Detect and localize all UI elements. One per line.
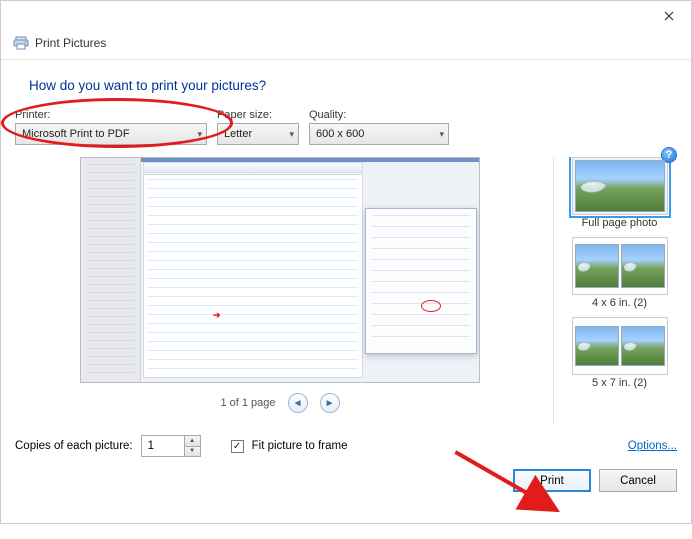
paper-size-label: Paper size: xyxy=(217,109,299,121)
options-link[interactable]: Options... xyxy=(628,440,677,452)
fit-to-frame-checkbox[interactable]: ✓ xyxy=(231,440,244,453)
layout-4x6[interactable]: 4 x 6 in. (2) xyxy=(562,237,677,309)
chevron-down-icon: ▾ xyxy=(439,129,444,140)
question-heading: How do you want to print your pictures? xyxy=(1,74,691,109)
quality-dropdown[interactable]: 600 x 600 ▾ xyxy=(309,123,449,145)
preview-image: ➔ xyxy=(80,157,480,383)
chevron-down-icon: ▾ xyxy=(197,129,202,140)
divider xyxy=(1,59,691,60)
close-button[interactable] xyxy=(647,1,691,31)
fit-to-frame-label: Fit picture to frame xyxy=(252,440,348,452)
quality-value: 600 x 600 xyxy=(316,128,364,140)
printer-value: Microsoft Print to PDF xyxy=(22,128,130,140)
layout-label: 5 x 7 in. (2) xyxy=(592,377,647,389)
layout-5x7[interactable]: 5 x 7 in. (2) xyxy=(562,317,677,389)
copies-down[interactable]: ▼ xyxy=(185,446,200,457)
layout-label: 4 x 6 in. (2) xyxy=(592,297,647,309)
preview-pane: ➔ 1 of 1 page ◄ ► xyxy=(15,157,545,425)
copies-label: Copies of each picture: xyxy=(15,440,133,452)
layout-label: Full page photo xyxy=(582,217,658,229)
window-title: Print Pictures xyxy=(35,36,106,50)
chevron-down-icon: ▾ xyxy=(289,129,294,140)
cancel-button[interactable]: Cancel xyxy=(599,469,677,492)
quality-label: Quality: xyxy=(309,109,449,121)
copies-stepper[interactable]: 1 ▲ ▼ xyxy=(141,435,201,457)
paper-size-dropdown[interactable]: Letter ▾ xyxy=(217,123,299,145)
pager-prev-button[interactable]: ◄ xyxy=(288,393,308,413)
layout-full-page[interactable]: Full page photo xyxy=(562,157,677,229)
printer-icon xyxy=(13,35,29,51)
printer-dropdown[interactable]: Microsoft Print to PDF ▾ xyxy=(15,123,207,145)
layouts-list[interactable]: Full page photo 4 x 6 in. (2) 5 x 7 in. … xyxy=(553,157,677,425)
pager-next-button[interactable]: ► xyxy=(320,393,340,413)
copies-up[interactable]: ▲ xyxy=(185,436,200,446)
pager-label: 1 of 1 page xyxy=(220,397,275,409)
print-button[interactable]: Print xyxy=(513,469,591,492)
printer-label: Printer: xyxy=(15,109,207,121)
paper-size-value: Letter xyxy=(224,128,252,140)
copies-value: 1 xyxy=(142,436,184,456)
